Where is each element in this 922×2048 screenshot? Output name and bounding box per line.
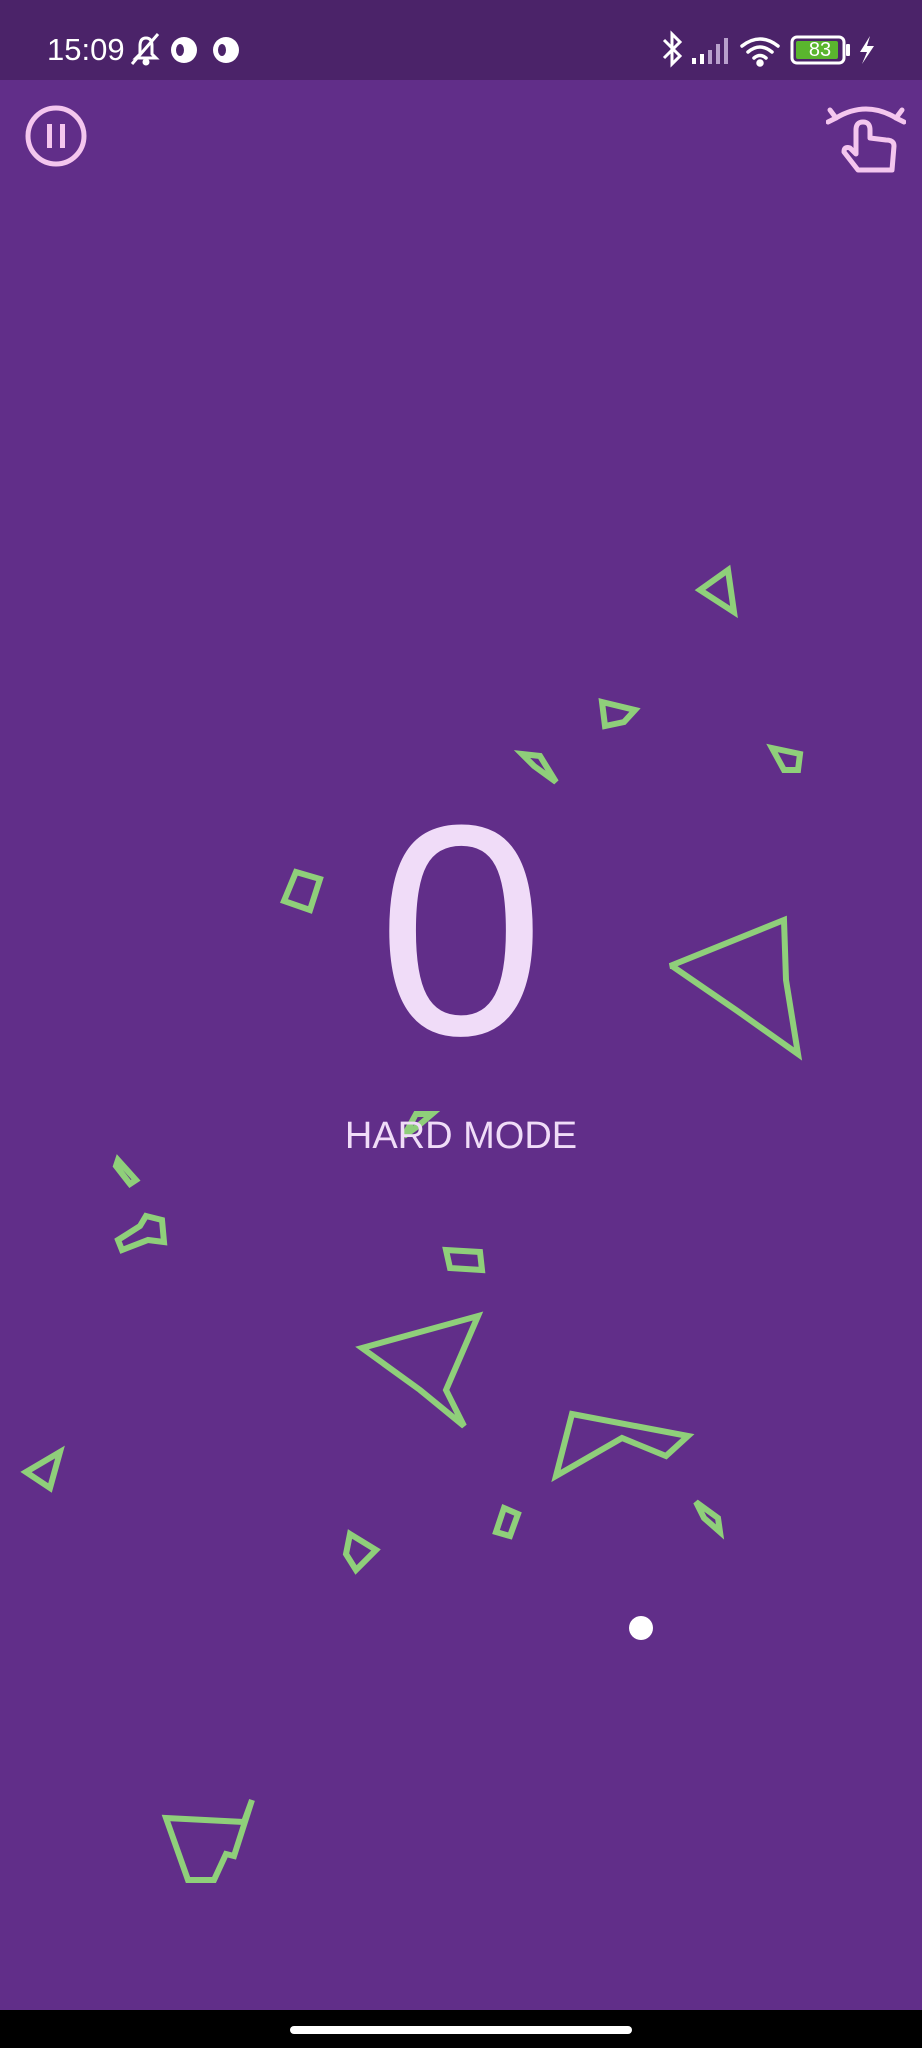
wifi-icon bbox=[740, 37, 780, 67]
control-mode-button[interactable] bbox=[825, 96, 907, 176]
app-notification-icon bbox=[213, 37, 239, 63]
bell-off-icon bbox=[130, 33, 160, 66]
battery-level: 83 bbox=[808, 39, 832, 61]
charging-icon bbox=[860, 36, 874, 64]
signal-icon bbox=[692, 38, 728, 64]
navigation-bar bbox=[0, 2010, 922, 2048]
rotate-touch-icon bbox=[825, 106, 907, 173]
system-icons bbox=[662, 30, 874, 68]
app-notification-icon bbox=[171, 37, 197, 63]
score-display: 0 bbox=[377, 762, 545, 1098]
home-indicator[interactable] bbox=[290, 2026, 632, 2034]
player-ship bbox=[629, 1616, 653, 1640]
game-mode-label: HARD MODE bbox=[344, 1115, 578, 1157]
status-time: 15:09 bbox=[47, 32, 125, 67]
bluetooth-icon bbox=[662, 30, 683, 68]
pause-icon bbox=[25, 105, 87, 167]
pause-button[interactable] bbox=[24, 104, 88, 168]
status-bar: 15:09 83 bbox=[0, 0, 922, 80]
notification-icons bbox=[130, 33, 239, 66]
